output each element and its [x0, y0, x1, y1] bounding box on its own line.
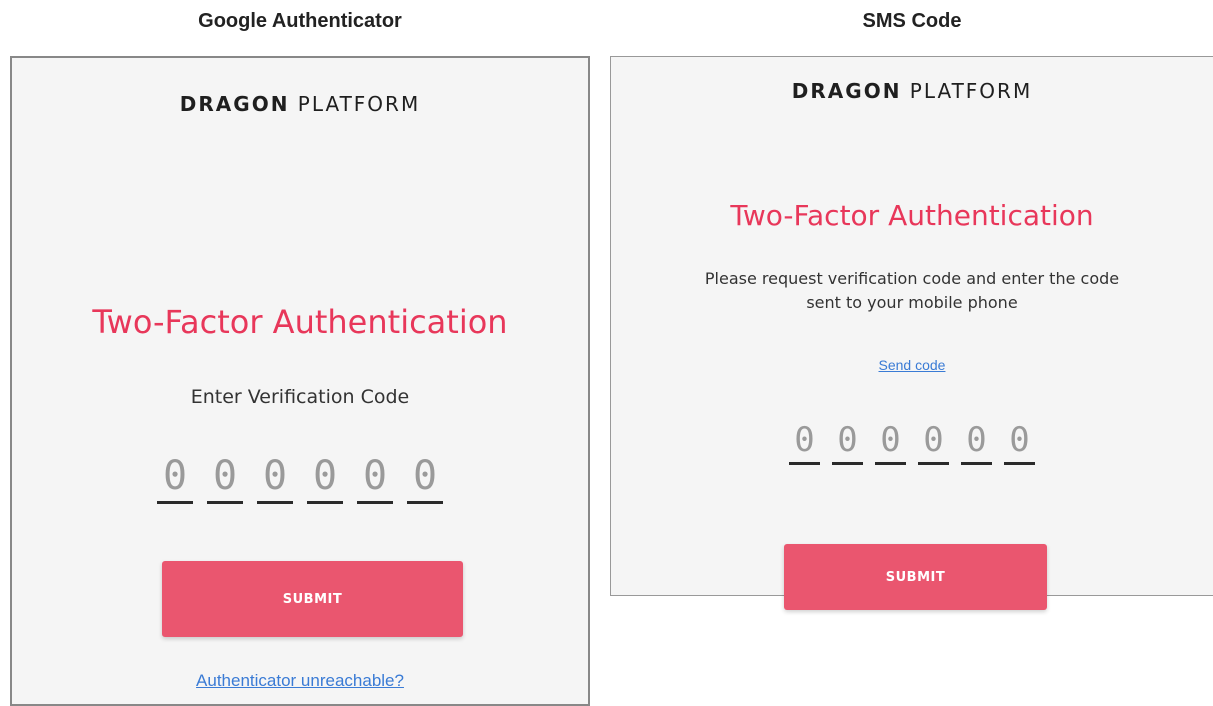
- code-digit-2[interactable]: 0: [826, 420, 869, 465]
- brand-light: PLATFORM: [289, 92, 421, 116]
- code-digit-1[interactable]: 0: [783, 420, 826, 465]
- code-digit-1-value: 0: [794, 420, 815, 460]
- brand-light: PLATFORM: [901, 79, 1033, 103]
- code-digit-6-value: 0: [412, 453, 438, 499]
- sms-code-panel: DRAGON PLATFORM Two-Factor Authenticatio…: [610, 56, 1213, 610]
- instructions-text: Please request verification code and ent…: [611, 267, 1213, 315]
- send-code-link[interactable]: Send code: [611, 357, 1213, 373]
- code-digit-5-value: 0: [362, 453, 388, 499]
- code-digit-3-value: 0: [880, 420, 901, 460]
- instructions-line-1: Please request verification code and ent…: [704, 269, 1120, 288]
- code-digit-4[interactable]: 0: [912, 420, 955, 465]
- code-digit-3[interactable]: 0: [250, 453, 300, 504]
- page-title: Two-Factor Authentication: [92, 303, 508, 341]
- submit-button[interactable]: SUBMIT: [784, 544, 1047, 610]
- google-authenticator-panel: DRAGON PLATFORM Two-Factor Authenticatio…: [10, 56, 590, 706]
- code-digit-5-value: 0: [966, 420, 987, 460]
- verification-code-input[interactable]: 0 0 0 0 0 0: [12, 453, 588, 504]
- code-digit-4[interactable]: 0: [300, 453, 350, 504]
- code-digit-2-value: 0: [212, 453, 238, 499]
- code-digit-6[interactable]: 0: [400, 453, 450, 504]
- code-digit-4-value: 0: [923, 420, 944, 460]
- code-digit-2[interactable]: 0: [200, 453, 250, 504]
- code-digit-1[interactable]: 0: [150, 453, 200, 504]
- code-digit-3-value: 0: [262, 453, 288, 499]
- submit-button[interactable]: SUBMIT: [162, 561, 463, 637]
- code-digit-4-value: 0: [312, 453, 338, 499]
- instructions-line-2: sent to your mobile phone: [806, 293, 1018, 312]
- authenticator-unreachable-link[interactable]: Authenticator unreachable?: [12, 671, 588, 691]
- sms-code-caption: SMS Code: [862, 10, 962, 32]
- verification-label: Enter Verification Code: [190, 386, 410, 408]
- code-digit-3[interactable]: 0: [869, 420, 912, 465]
- code-digit-2-value: 0: [837, 420, 858, 460]
- code-digit-6-value: 0: [1009, 420, 1030, 460]
- brand-logo: DRAGON PLATFORM: [12, 92, 588, 116]
- code-digit-5[interactable]: 0: [955, 420, 998, 465]
- code-digit-6[interactable]: 0: [998, 420, 1041, 465]
- page-title: Two-Factor Authentication: [730, 199, 1094, 232]
- brand-logo: DRAGON PLATFORM: [611, 79, 1213, 103]
- brand-bold: DRAGON: [791, 79, 902, 103]
- code-digit-1-value: 0: [162, 453, 188, 499]
- brand-bold: DRAGON: [179, 92, 290, 116]
- code-digit-5[interactable]: 0: [350, 453, 400, 504]
- verification-code-input[interactable]: 0 0 0 0 0 0: [611, 420, 1213, 465]
- google-authenticator-caption: Google Authenticator: [198, 10, 402, 32]
